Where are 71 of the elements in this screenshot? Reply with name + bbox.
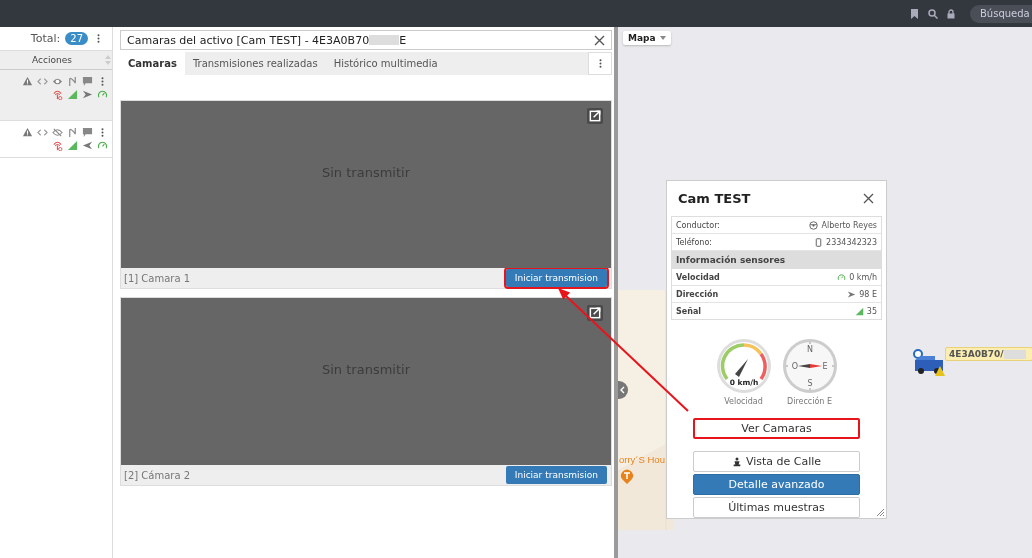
field-label: Conductor: [676,220,720,230]
tab[interactable]: Transmisiones realizadas [184,52,326,75]
total-label: Total: [30,32,61,45]
chat-icon [82,127,93,138]
field-label: Teléfono: [676,237,712,247]
compass-letter: E [821,362,828,371]
title-field[interactable]: Camaras del activo [Cam TEST] - 4E3A0B70 E [120,30,612,50]
gauge-label: Velocidad [724,397,763,406]
phone-icon [814,237,824,247]
close-icon [594,34,605,46]
antenna-icon [52,89,63,100]
section-header: Información sensores [672,251,881,269]
total-badge: 27 [65,32,88,45]
field-value: 0 km/h [849,272,877,282]
code-icon [37,127,48,138]
route-icon [67,127,78,138]
vehicle-label: 4E3A0B70/ [945,347,1032,361]
warning-icon [22,76,33,87]
route-icon [67,76,78,87]
popup-title: Cam TEST [678,191,751,206]
speedometer-icon [837,272,847,282]
map-layer-dropdown[interactable]: Mapa [623,31,671,45]
bookmark-icon [910,8,919,19]
warning-icon [22,127,33,138]
camera-caption: [2] Cámara 2 [124,469,191,481]
street-view-button[interactable]: Vista de Calle [693,451,860,472]
popup-button[interactable]: Ver Camaras [693,418,860,439]
camera-caption: [1] Camara 1 [124,272,191,284]
signal-icon [67,89,78,100]
lock-icon [947,8,955,19]
speedometer-icon [97,140,108,151]
arrow-right-icon [847,289,857,299]
code-icon [37,76,48,87]
compass-drawing [782,339,837,393]
start-transmission-button[interactable]: Iniciar transmision [505,466,607,484]
field-value: 98 E [859,289,877,299]
resize-grip-icon [876,508,884,516]
van-icon [913,348,947,376]
steering-wheel-icon [809,220,819,230]
gauge-label: Dirección E [787,397,832,406]
popup-button[interactable]: Últimas muestras [693,497,860,518]
tab[interactable]: Histórico multimedia [325,52,446,75]
search-field[interactable]: Búsqueda [970,4,1032,23]
poi-label: orry´S Hou [619,454,665,465]
antenna-icon [52,140,63,151]
speed-gauge-drawing [716,339,771,393]
field-label: Señal [676,306,702,316]
start-transmission-button[interactable]: Iniciar transmision [505,269,607,287]
advanced-detail-button[interactable]: Detalle avanzado [693,474,860,495]
signal-icon [67,140,78,151]
asset-row[interactable] [0,70,112,121]
expand-icon[interactable] [587,305,603,321]
chat-icon [82,76,93,87]
compass-letter: S [806,379,813,388]
field-value: 2334342323 [826,237,877,247]
sort-icon [104,54,112,66]
person-icon [731,456,742,467]
tab[interactable]: Camaras [120,52,185,75]
compass-letter: N [806,345,813,354]
signal-icon [854,306,864,316]
close-icon[interactable] [863,193,874,204]
search-icon [928,8,938,19]
caret-icon [659,36,666,40]
expand-icon[interactable] [587,108,603,124]
compass-letter: O [791,362,798,371]
field-value: Alberto Reyes [821,220,877,230]
speedometer-icon [97,89,108,100]
field-value: 35 [866,306,877,316]
chevron-left-icon [620,386,625,394]
field-label: Velocidad [676,272,720,282]
field-label: Dirección [676,289,719,299]
